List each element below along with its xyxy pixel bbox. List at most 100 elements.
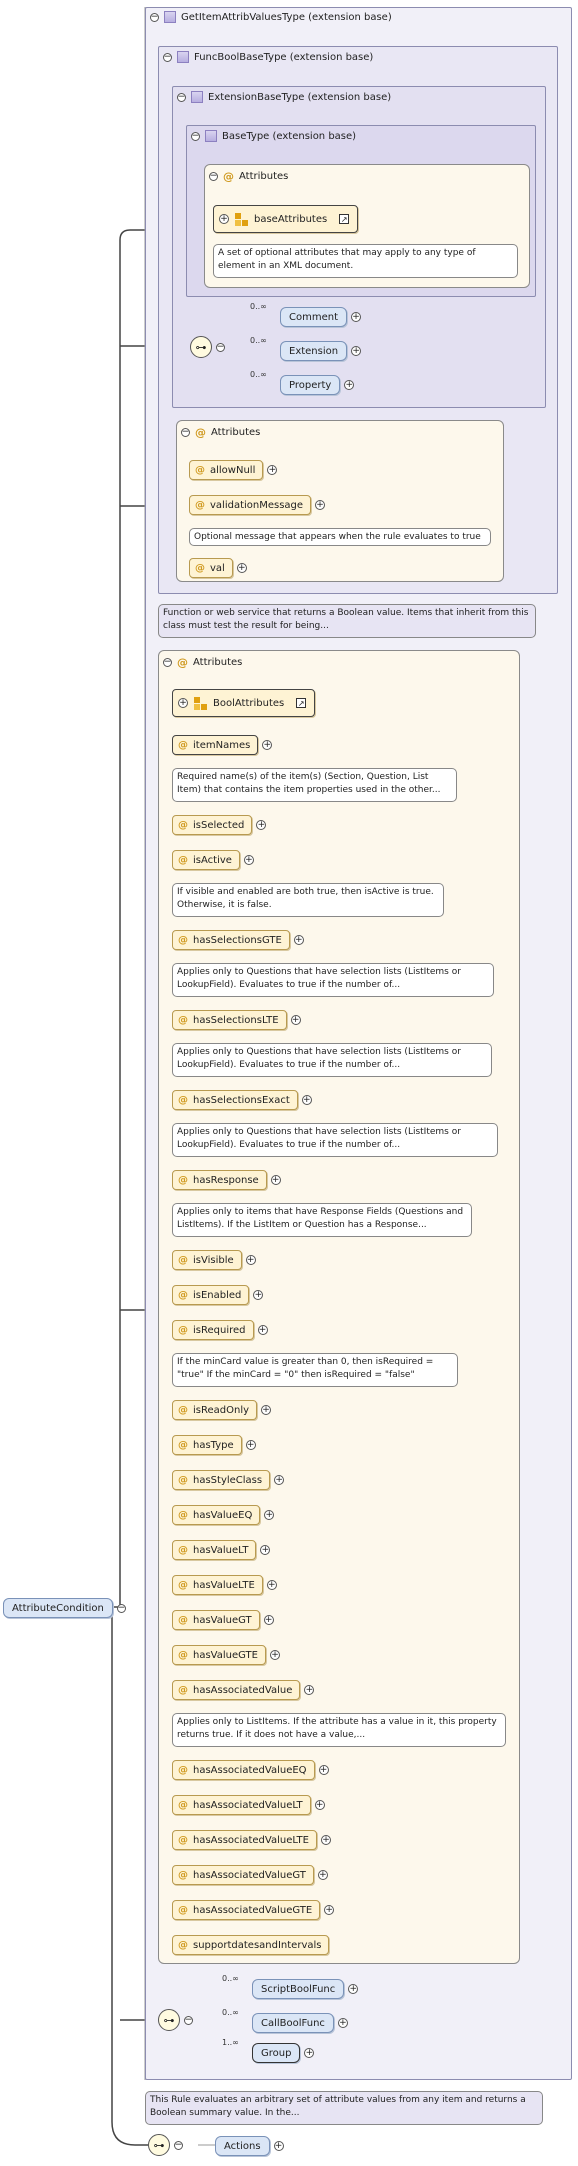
expand-icon[interactable]: +: [351, 346, 362, 356]
attr-has-associated-value-lt[interactable]: @ hasAssociatedValueLT +: [172, 1795, 325, 1815]
element-group[interactable]: Group +: [252, 2043, 315, 2063]
attr-validation-message[interactable]: @ validationMessage +: [189, 495, 326, 515]
attr-has-selections-exact[interactable]: @ hasSelectionsExact +: [172, 1090, 312, 1110]
collapse-icon[interactable]: −: [116, 1603, 126, 1613]
expand-icon[interactable]: +: [274, 1475, 285, 1485]
comment-card: 0..∞: [250, 302, 267, 311]
attr-has-associated-value-lte[interactable]: @ hasAssociatedValueLTE +: [172, 1830, 331, 1850]
expand-icon[interactable]: +: [344, 380, 355, 390]
expand-icon[interactable]: +: [304, 1685, 315, 1695]
expand-icon[interactable]: +: [301, 1095, 312, 1105]
collapse-icon[interactable]: −: [150, 12, 159, 22]
call-bool-func-card: 0..∞: [222, 2008, 239, 2017]
sequence-icon: ⊶: [148, 2134, 170, 2156]
attr-is-active[interactable]: @ isActive +: [172, 850, 254, 870]
expand-icon[interactable]: +: [317, 1870, 328, 1880]
base-attributes-group[interactable]: + baseAttributes ↗: [213, 205, 359, 233]
attr-has-value-eq[interactable]: @ hasValueEQ +: [172, 1505, 275, 1525]
element-actions[interactable]: Actions +: [215, 2136, 284, 2156]
expand-icon[interactable]: +: [267, 465, 278, 475]
expand-icon[interactable]: +: [351, 312, 361, 322]
expand-icon[interactable]: +: [243, 855, 254, 865]
attr-is-read-only[interactable]: @ isReadOnly +: [172, 1400, 272, 1420]
attr-is-visible[interactable]: @ isVisible +: [172, 1250, 256, 1270]
attr-label: hasAssociatedValueEQ: [193, 1764, 307, 1776]
expand-icon[interactable]: +: [219, 214, 229, 224]
attr-has-associated-value[interactable]: @ hasAssociatedValue +: [172, 1680, 315, 1700]
call-bool-func-label: CallBoolFunc: [252, 2013, 334, 2033]
attr-has-value-gt[interactable]: @ hasValueGT +: [172, 1610, 274, 1630]
expand-icon[interactable]: +: [263, 1615, 274, 1625]
attr-is-enabled[interactable]: @ isEnabled +: [172, 1285, 264, 1305]
attr-has-selections-lte[interactable]: @ hasSelectionsLTE +: [172, 1010, 301, 1030]
expand-icon[interactable]: +: [245, 1440, 256, 1450]
expand-icon[interactable]: +: [304, 2048, 315, 2058]
collapse-icon[interactable]: −: [216, 342, 225, 352]
attr-has-response[interactable]: @ hasResponse +: [172, 1170, 281, 1190]
expand-icon[interactable]: +: [264, 1510, 275, 1520]
expand-icon[interactable]: +: [320, 1835, 331, 1845]
expand-icon[interactable]: +: [257, 1325, 268, 1335]
element-comment[interactable]: Comment +: [280, 307, 361, 327]
collapse-icon[interactable]: −: [209, 171, 218, 181]
attr-has-value-gte[interactable]: @ hasValueGTE +: [172, 1645, 280, 1665]
bool-attributes-label: BoolAttributes: [213, 697, 285, 709]
attr-item-names[interactable]: @ itemNames +: [172, 735, 273, 755]
expand-icon[interactable]: +: [293, 935, 304, 945]
link-icon[interactable]: ↗: [339, 214, 350, 224]
attr-has-value-lt[interactable]: @ hasValueLT +: [172, 1540, 271, 1560]
expand-icon[interactable]: +: [261, 1405, 272, 1415]
collapse-icon[interactable]: −: [181, 427, 190, 437]
expand-icon[interactable]: +: [314, 1800, 325, 1810]
attr-has-selections-gte[interactable]: @ hasSelectionsGTE +: [172, 930, 304, 950]
collapse-icon[interactable]: −: [174, 2140, 183, 2150]
expand-icon[interactable]: +: [290, 1015, 301, 1025]
attr-support-dates-and-intervals[interactable]: @ supportdatesandIntervals: [172, 1935, 330, 1955]
attr-has-associated-value-gte[interactable]: @ hasAssociatedValueGTE +: [172, 1900, 335, 1920]
expand-icon[interactable]: +: [262, 740, 273, 750]
root-attribute-condition[interactable]: AttributeCondition −: [3, 1598, 126, 1618]
attr-has-type[interactable]: @ hasType +: [172, 1435, 256, 1455]
attr-has-associated-value-gt[interactable]: @ hasAssociatedValueGT +: [172, 1865, 328, 1885]
attr-has-associated-value-eq[interactable]: @ hasAssociatedValueEQ +: [172, 1760, 329, 1780]
expand-icon[interactable]: +: [270, 1175, 281, 1185]
expand-icon[interactable]: +: [315, 500, 326, 510]
expand-icon[interactable]: +: [260, 1545, 271, 1555]
expand-icon[interactable]: +: [236, 563, 247, 573]
expand-icon[interactable]: +: [256, 820, 267, 830]
attr-is-selected[interactable]: @ isSelected +: [172, 815, 267, 835]
getitem-title: GetItemAttribValuesType (extension base): [181, 11, 392, 23]
collapse-icon[interactable]: −: [184, 2015, 193, 2025]
element-script-bool-func[interactable]: ScriptBoolFunc +: [252, 1979, 359, 1999]
attr-allow-null[interactable]: @ allowNull +: [189, 460, 278, 480]
collapse-icon[interactable]: −: [163, 52, 172, 62]
expand-icon[interactable]: +: [318, 1765, 329, 1775]
attr-has-style-class[interactable]: @ hasStyleClass +: [172, 1470, 285, 1490]
extension-label: Extension: [280, 341, 348, 361]
base-attributes-note: A set of optional attributes that may ap…: [213, 244, 518, 278]
link-icon[interactable]: ↗: [296, 698, 307, 708]
expand-icon[interactable]: +: [324, 1905, 335, 1915]
element-property[interactable]: Property +: [280, 375, 355, 395]
actions-label: Actions: [215, 2136, 270, 2156]
expand-icon[interactable]: +: [273, 2141, 284, 2151]
collapse-icon[interactable]: −: [163, 657, 172, 667]
is-required-note: If the minCard value is greater than 0, …: [172, 1353, 458, 1387]
attr-val[interactable]: @ val +: [189, 558, 247, 578]
element-extension[interactable]: Extension +: [280, 341, 362, 361]
element-call-bool-func[interactable]: CallBoolFunc +: [252, 2013, 348, 2033]
bool-attributes-group[interactable]: + BoolAttributes ↗: [172, 689, 316, 717]
expand-icon[interactable]: +: [337, 2018, 348, 2028]
type-icon: [191, 91, 203, 103]
expand-icon[interactable]: +: [253, 1290, 264, 1300]
attr-has-value-lte[interactable]: @ hasValueLTE +: [172, 1575, 277, 1595]
collapse-icon[interactable]: −: [177, 92, 186, 102]
expand-icon[interactable]: +: [266, 1580, 277, 1590]
expand-icon[interactable]: +: [245, 1255, 256, 1265]
attributes-label: Attributes: [193, 656, 243, 668]
expand-icon[interactable]: +: [348, 1984, 359, 1994]
expand-icon[interactable]: +: [178, 698, 188, 708]
attr-is-required[interactable]: @ isRequired +: [172, 1320, 268, 1340]
collapse-icon[interactable]: −: [191, 131, 200, 141]
expand-icon[interactable]: +: [269, 1650, 280, 1660]
